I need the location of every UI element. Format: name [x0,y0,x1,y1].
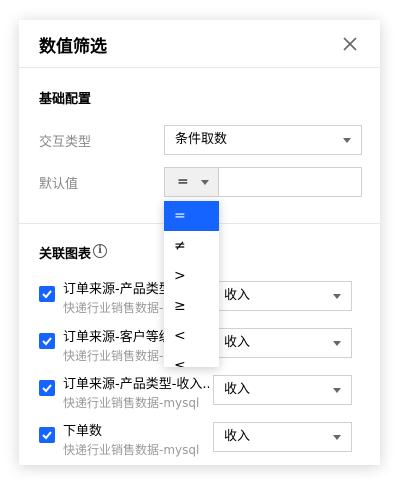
chevron-down-icon [333,435,341,440]
basic-config-title: 基础配置 [39,92,92,107]
operator-option-greater[interactable]: > [164,261,219,291]
operator-option-less-equal[interactable]: ≤ [164,351,219,367]
chart-source-1: 快递行业销售数据- [63,301,164,315]
chevron-down-icon [333,388,341,393]
chart-field-select-1[interactable]: 收入 [213,281,352,311]
chevron-down-icon [343,138,351,143]
chart-name-3: 订单来源-产品类型-收入... [63,377,209,392]
chart-field-value-2: 收入 [224,335,251,350]
numeric-filter-dialog: 数值筛选 基础配置 交互类型 条件取数 默认值 = 关联图表 i 订单来源-产品… [19,20,380,465]
chart-checkbox-4[interactable] [39,427,55,443]
operator-select[interactable]: = [164,167,218,197]
linked-charts-title: 关联图表 [39,247,92,262]
chevron-down-icon [201,180,209,185]
default-value-input[interactable] [218,167,362,197]
chart-checkbox-1[interactable] [39,286,55,302]
operator-option-equal[interactable]: = [164,201,219,231]
dialog-header: 数值筛选 [19,20,380,68]
chart-checkbox-2[interactable] [39,333,55,349]
info-icon[interactable]: i [93,244,107,258]
chart-name-4: 下单数 [63,424,103,439]
chevron-down-icon [333,294,341,299]
chevron-down-icon [333,341,341,346]
chart-checkbox-3[interactable] [39,380,55,396]
chart-field-select-4[interactable]: 收入 [213,422,352,452]
chart-source-3: 快递行业销售数据-mysql [63,396,200,410]
chart-field-select-3[interactable]: 收入 [213,375,352,405]
interaction-type-value: 条件取数 [175,132,228,147]
default-value-label: 默认值 [39,177,79,192]
chart-field-select-2[interactable]: 收入 [213,328,352,358]
interaction-type-select[interactable]: 条件取数 [164,125,362,155]
operator-value: = [177,174,189,190]
operator-option-less[interactable]: < [164,321,219,351]
chart-source-2: 快递行业销售数据- [63,349,164,363]
interaction-type-label: 交互类型 [39,135,92,150]
chart-field-value-1: 收入 [224,288,251,303]
operator-option-greater-equal[interactable]: ≥ [164,291,219,321]
close-icon[interactable] [340,34,360,54]
operator-dropdown: = ≠ > ≥ < ≤ [164,201,219,367]
chart-field-value-4: 收入 [224,429,251,444]
operator-option-not-equal[interactable]: ≠ [164,231,219,261]
chart-source-4: 快递行业销售数据-mysql [63,443,200,457]
chart-field-value-3: 收入 [224,382,251,397]
dialog-title: 数值筛选 [39,37,107,57]
